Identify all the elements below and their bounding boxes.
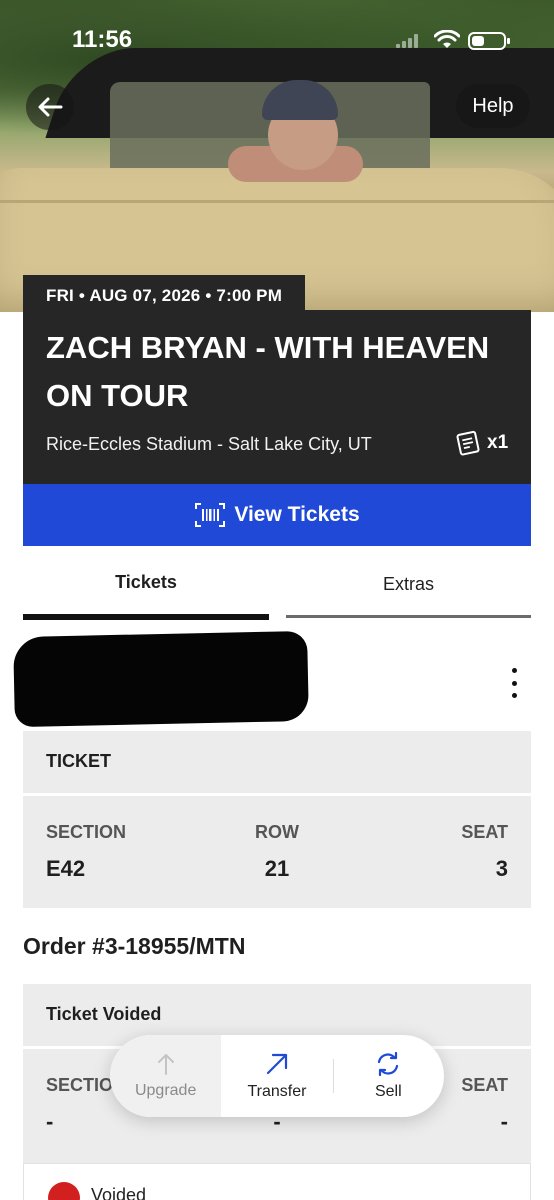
view-tickets-label: View Tickets (234, 503, 360, 526)
sell-button[interactable]: Sell (332, 1035, 444, 1117)
tab-extras[interactable]: Extras (286, 562, 531, 622)
event-date: FRI • AUG 07, 2026 • 7:00 PM (23, 275, 305, 315)
ticket-count: x1 (455, 430, 508, 456)
barcode-scan-icon (195, 503, 226, 527)
ticket-action-bar: Upgrade Transfer Sell (110, 1035, 444, 1117)
status-time: 11:56 (72, 26, 133, 53)
voided-status-text: Voided (91, 1185, 147, 1200)
voided-seat-value: - (500, 1109, 508, 1134)
ticket-panel-header: TICKET (23, 731, 531, 793)
seat-value: 3 (495, 856, 508, 881)
event-title: ZACH BRYAN - WITH HEAVEN ON TOUR (46, 330, 490, 413)
arrow-left-icon (38, 97, 63, 117)
tab-tickets[interactable]: Tickets (23, 560, 269, 620)
transfer-button[interactable]: Transfer (221, 1035, 332, 1117)
alert-icon (48, 1182, 80, 1200)
back-button[interactable] (26, 84, 74, 130)
row-label: ROW (255, 822, 299, 842)
more-options-icon[interactable] (502, 668, 526, 698)
help-button[interactable]: Help (456, 84, 530, 128)
hero-person (228, 80, 363, 190)
refresh-icon (378, 1051, 399, 1077)
transfer-label: Transfer (247, 1083, 307, 1100)
wifi-icon (434, 30, 460, 48)
ticket-seat-info: SECTION ROW SEAT E42 21 3 (23, 796, 531, 908)
sell-label: Sell (374, 1083, 402, 1100)
row-value: 21 (264, 856, 290, 881)
voided-status-row: Voided (23, 1163, 531, 1200)
ticket-icon (456, 430, 480, 456)
hero-car-trim (0, 200, 554, 203)
ticket-count-value: x1 (487, 432, 509, 453)
redacted-ticket-holder (13, 630, 309, 728)
order-number: Order #3-18955/MTN (23, 933, 246, 959)
seat-label: SEAT (461, 822, 508, 842)
upgrade-button[interactable]: Upgrade (110, 1035, 222, 1117)
tab-extras-indicator (286, 615, 531, 618)
view-tickets-button[interactable]: View Tickets (23, 484, 531, 546)
battery-icon (468, 32, 510, 50)
cellular-signal-icon (396, 34, 418, 48)
voided-seat-label: SEAT (461, 1075, 508, 1095)
upgrade-label: Upgrade (134, 1082, 197, 1099)
arrow-up-icon (157, 1054, 174, 1075)
tab-tickets-indicator (23, 614, 269, 620)
arrow-up-right-icon (266, 1053, 288, 1075)
event-card: ZACH BRYAN - WITH HEAVEN ON TOUR Rice-Ec… (23, 310, 531, 485)
event-venue: Rice-Eccles Stadium - Salt Lake City, UT (46, 434, 372, 454)
status-bar: 11:56 (0, 24, 554, 60)
